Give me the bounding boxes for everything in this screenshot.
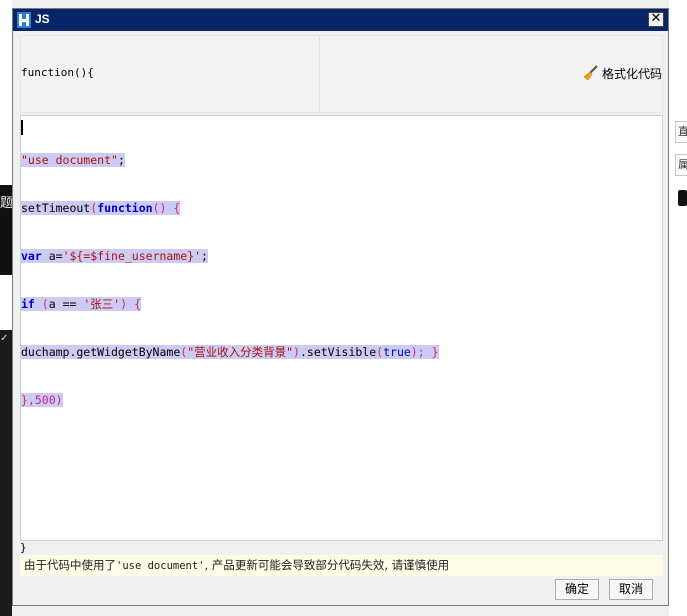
code-token: "use document" <box>21 153 118 167</box>
code-line-5: duchamp.getWidgetByName("营业收入分类背景").setV… <box>21 344 439 360</box>
code-token: var <box>21 249 42 263</box>
code-token: '${=$fine_username}' <box>62 249 202 263</box>
code-editor[interactable]: "use document"; setTimeout(function() { … <box>20 115 663 541</box>
function-header-panel: function(){ 格式化代码 <box>20 35 663 113</box>
code-token: a == <box>48 297 84 311</box>
close-icon: ✕ <box>650 11 662 26</box>
code-token: duchamp.getWidgetByName <box>21 345 181 359</box>
code-token: a= <box>41 249 63 263</box>
background-side-button-2[interactable]: 属 <box>675 154 687 176</box>
code-token: if <box>21 297 35 311</box>
warning-code: 'use document' <box>116 560 205 572</box>
ok-button[interactable]: 确定 <box>555 579 599 600</box>
background-dark-panel <box>0 330 12 616</box>
code-line-6: },500) <box>21 392 439 408</box>
code-content: "use document"; setTimeout(function() { … <box>21 120 439 440</box>
background-right-panel: 直 属 <box>669 0 687 616</box>
code-token: setTimeout <box>21 201 91 215</box>
code-token: ( <box>41 297 49 311</box>
dialog-title: JS <box>35 12 50 26</box>
warning-text-suffix: , 产品更新可能会导致部分代码失效, 请谨慎使用 <box>204 558 450 572</box>
code-line-3: var a='${=$fine_username}'; <box>21 248 439 264</box>
warning-message: 由于代码中使用了'use document', 产品更新可能会导致部分代码失效,… <box>20 555 663 576</box>
function-signature: function(){ <box>21 66 94 79</box>
code-token: ) <box>293 345 300 359</box>
code-token: ; <box>201 249 208 263</box>
cancel-button[interactable]: 取消 <box>609 579 653 600</box>
warning-text-prefix: 由于代码中使用了 <box>24 558 116 572</box>
code-line-2: setTimeout(function() { <box>21 200 439 216</box>
js-dialog: JS ✕ function(){ 格式化代码 "use document"; s… <box>12 8 669 606</box>
code-token: ; <box>117 153 125 167</box>
code-token: .setVisible <box>299 345 377 359</box>
format-code-button[interactable]: 格式化代码 <box>583 64 662 82</box>
code-token: } <box>21 393 28 407</box>
close-button[interactable]: ✕ <box>648 12 664 27</box>
app-icon <box>17 12 31 28</box>
code-token: true <box>383 345 411 359</box>
header-divider <box>319 36 320 112</box>
code-line-1: "use document"; <box>21 152 439 168</box>
function-closing-brace: } <box>20 541 27 554</box>
code-token: ); } <box>410 345 439 359</box>
code-token: () { <box>152 201 181 215</box>
code-token: "营业收入分类背景" <box>187 345 294 359</box>
code-token: ,500) <box>27 393 63 407</box>
code-line-4: if (a == '张三') { <box>21 296 439 312</box>
format-code-label: 格式化代码 <box>601 66 662 81</box>
background-side-button-1[interactable]: 直 <box>675 121 687 143</box>
text-cursor <box>21 120 23 135</box>
code-token: ) { <box>120 297 141 311</box>
background-check-icon: ✓ <box>0 333 9 344</box>
code-token: function <box>97 201 153 215</box>
broom-icon <box>583 65 599 81</box>
dialog-titlebar[interactable]: JS ✕ <box>13 9 668 31</box>
background-color-swatch[interactable] <box>678 190 687 206</box>
code-token: '张三' <box>83 297 121 311</box>
